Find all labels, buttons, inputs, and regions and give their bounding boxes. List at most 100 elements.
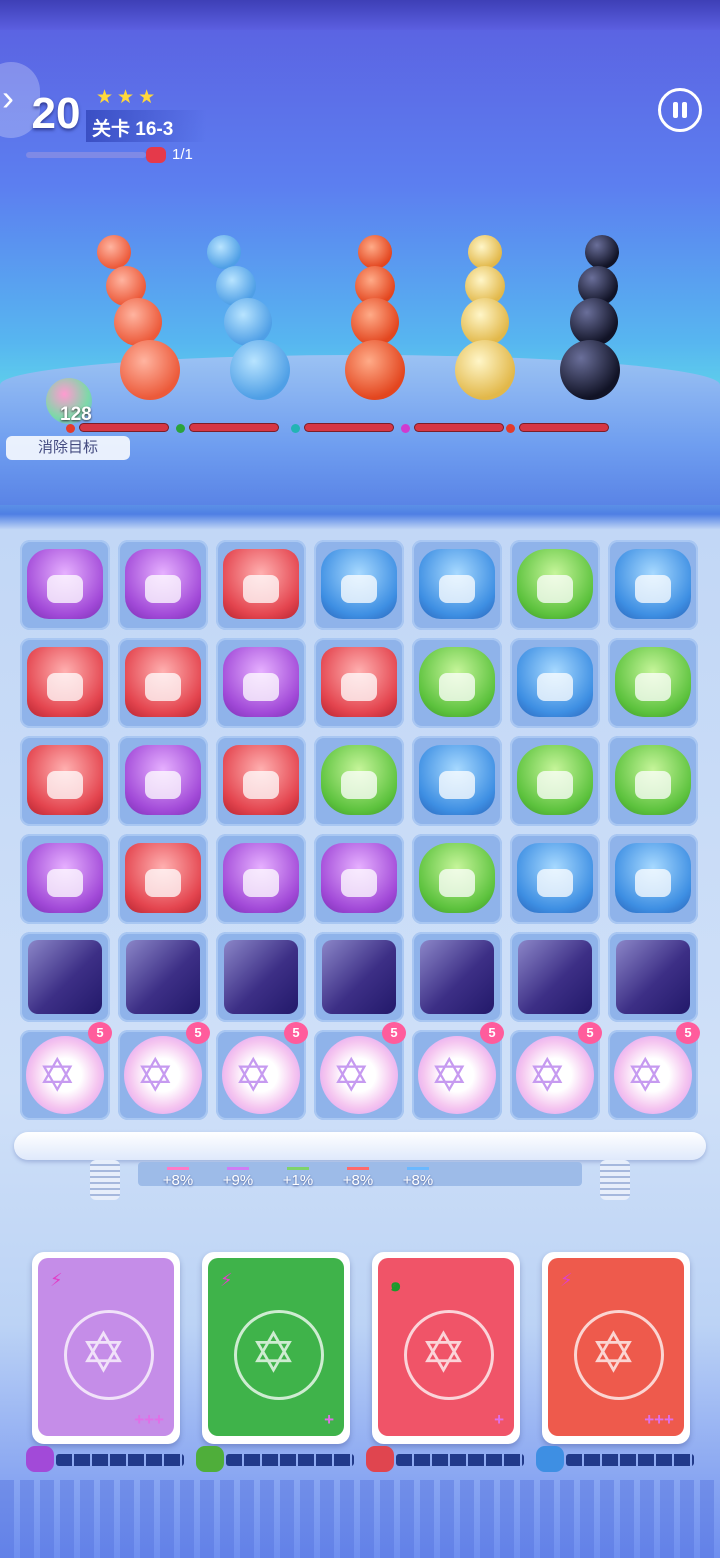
- hexagram-icon: ✡: [38, 1049, 77, 1101]
- tile-face: [439, 673, 475, 701]
- hero-energy-tile-icon: [26, 1446, 54, 1472]
- hero-energy-bar: [56, 1454, 184, 1466]
- board-cell[interactable]: [510, 540, 600, 630]
- board-cell[interactable]: [118, 638, 208, 728]
- red-tile-icon: [125, 843, 201, 913]
- board-cell[interactable]: ✡ 5: [412, 1022, 504, 1120]
- hero-card[interactable]: ✡ ๑ +: [372, 1252, 520, 1444]
- red-tile-icon: [27, 647, 103, 717]
- board-cell[interactable]: [20, 932, 110, 1022]
- tile-face: [537, 575, 573, 603]
- board-cell[interactable]: [314, 638, 404, 728]
- blue-tile-icon: [615, 843, 691, 913]
- seal-count-badge: 5: [284, 1022, 308, 1044]
- board-cell[interactable]: [216, 540, 306, 630]
- dark-crystal-block-icon: [518, 940, 592, 1014]
- hexagram-seal-icon: ✡: [222, 1036, 300, 1114]
- enemy-red-bird: [97, 235, 131, 269]
- tile-face: [537, 771, 573, 799]
- hero-energy-bar: [566, 1454, 694, 1466]
- hero-card[interactable]: ✡ ⚡ +++: [542, 1252, 690, 1444]
- green-tile-icon: [517, 745, 593, 815]
- red-tile-icon: [321, 647, 397, 717]
- board-cell[interactable]: [608, 834, 698, 924]
- buff-value: +1%: [282, 1172, 314, 1189]
- hexagram-seal-icon: ✡: [614, 1036, 692, 1114]
- ice-element-icon: [291, 424, 300, 433]
- tile-face: [439, 575, 475, 603]
- board-cell[interactable]: [412, 540, 502, 630]
- pause-button[interactable]: [658, 88, 702, 132]
- board-cell[interactable]: [608, 932, 698, 1022]
- tile-face: [341, 673, 377, 701]
- board-cell[interactable]: [314, 932, 404, 1022]
- board-cell[interactable]: [412, 834, 502, 924]
- board-cell[interactable]: [314, 540, 404, 630]
- hero-element-icon: ๑: [390, 1275, 402, 1295]
- board-cell[interactable]: [412, 932, 502, 1022]
- board-cell[interactable]: [20, 638, 110, 728]
- board-cell[interactable]: [216, 834, 306, 924]
- board-cell[interactable]: ✡ 5: [510, 1022, 602, 1120]
- buff-hand-icon: [167, 1152, 189, 1170]
- purple-tile-icon: [27, 843, 103, 913]
- red-tile-icon: [125, 647, 201, 717]
- board-cell[interactable]: [216, 932, 306, 1022]
- tile-face: [537, 869, 573, 897]
- lightning-element-icon: [401, 424, 410, 433]
- target-counter: 1/1: [146, 146, 193, 164]
- board-cell[interactable]: ✡ 5: [314, 1022, 406, 1120]
- board-cell[interactable]: [20, 834, 110, 924]
- blue-tile-icon: [419, 745, 495, 815]
- board-cell[interactable]: [510, 834, 600, 924]
- buff-item: +8%: [328, 1152, 388, 1189]
- tile-face: [145, 575, 181, 603]
- hero-portrait: ✡ ๑ +: [378, 1258, 514, 1436]
- hero-energy-tile-icon: [196, 1446, 224, 1472]
- buff-item: +8%: [388, 1152, 448, 1189]
- board-cell[interactable]: [216, 736, 306, 826]
- board-cell[interactable]: [20, 540, 110, 630]
- board-cell[interactable]: [608, 736, 698, 826]
- purple-tile-icon: [223, 843, 299, 913]
- board-cell[interactable]: [510, 736, 600, 826]
- board-cell[interactable]: ✡ 5: [118, 1022, 210, 1120]
- hero-element-icon: ⚡: [220, 1270, 233, 1290]
- board-cell[interactable]: [608, 638, 698, 728]
- purple-tile-icon: [125, 745, 201, 815]
- board-cell[interactable]: ✡ 5: [216, 1022, 308, 1120]
- hexagram-icon: ✡: [80, 1321, 127, 1384]
- puzzle-board: ✡ 5 ✡ 5 ✡ 5 ✡ 5 ✡ 5 ✡ 5 ✡ 5: [20, 540, 700, 1122]
- sealed-hexagram-icon: ✡: [574, 1310, 664, 1400]
- board-cell[interactable]: [216, 638, 306, 728]
- top-shade: [0, 0, 720, 30]
- hero-energy-bar: [396, 1454, 524, 1466]
- blue-tile-icon: [517, 843, 593, 913]
- enemy-red-crab: [351, 298, 399, 346]
- board-cell[interactable]: [314, 736, 404, 826]
- tile-face: [341, 575, 377, 603]
- hero-card[interactable]: ✡ ⚡ +++: [32, 1252, 180, 1444]
- board-cell[interactable]: [314, 834, 404, 924]
- board-cell[interactable]: [510, 932, 600, 1022]
- tile-face: [145, 673, 181, 701]
- chevron-right-icon: ›: [2, 77, 14, 118]
- buff-value: +9%: [222, 1172, 254, 1189]
- board-cell[interactable]: [510, 638, 600, 728]
- board-cell[interactable]: ✡ 5: [20, 1022, 112, 1120]
- tile-face: [47, 771, 83, 799]
- objective-button[interactable]: 消除目标: [6, 436, 130, 460]
- board-cell[interactable]: [412, 736, 502, 826]
- board-cell[interactable]: [608, 540, 698, 630]
- tile-face: [439, 869, 475, 897]
- board-cell[interactable]: [118, 736, 208, 826]
- blue-tile-icon: [321, 549, 397, 619]
- board-cell[interactable]: [118, 540, 208, 630]
- hero-card[interactable]: ✡ ⚡ +: [202, 1252, 350, 1444]
- board-cell[interactable]: [20, 736, 110, 826]
- buff-item: +1%: [268, 1152, 328, 1189]
- board-cell[interactable]: [412, 638, 502, 728]
- board-cell[interactable]: ✡ 5: [608, 1022, 700, 1120]
- board-cell[interactable]: [118, 834, 208, 924]
- board-cell[interactable]: [118, 932, 208, 1022]
